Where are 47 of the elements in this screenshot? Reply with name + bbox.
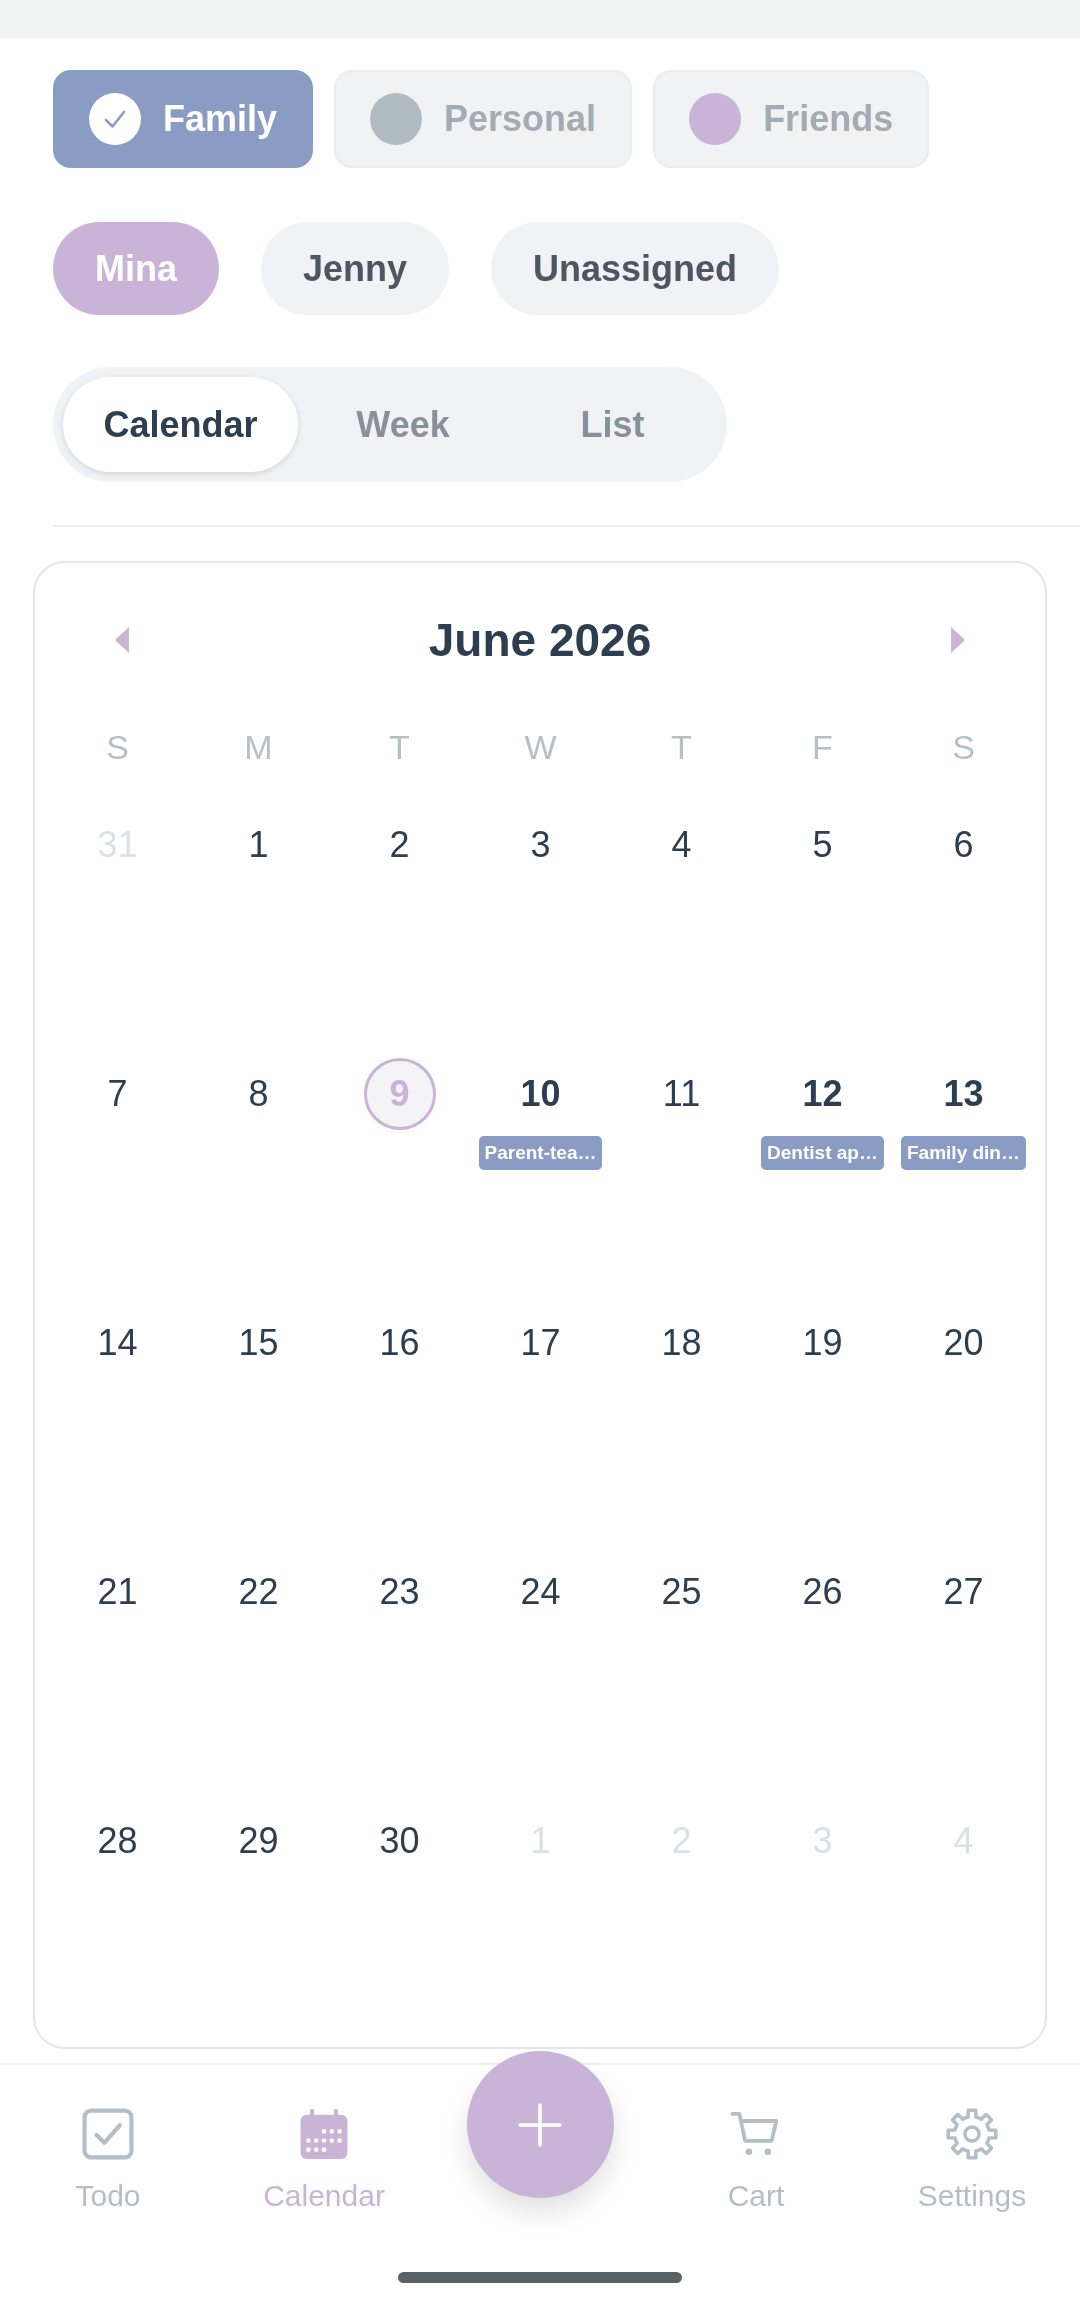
day-number[interactable]: 26 xyxy=(802,1571,843,1613)
weekday-label: T xyxy=(389,727,410,767)
day-number[interactable]: 8 xyxy=(248,1073,269,1115)
check-icon xyxy=(89,93,141,145)
calendar-icon xyxy=(298,2108,350,2160)
day-number[interactable]: 13 xyxy=(943,1073,984,1115)
day-number[interactable]: 25 xyxy=(661,1571,702,1613)
day-number[interactable]: 1 xyxy=(248,824,269,866)
day-number[interactable]: 29 xyxy=(238,1820,279,1862)
weekday-label: W xyxy=(524,727,557,767)
day-number[interactable]: 20 xyxy=(943,1322,984,1364)
view-tab[interactable]: Calendar xyxy=(63,377,298,472)
day-number[interactable]: 14 xyxy=(97,1322,138,1364)
day-number[interactable]: 19 xyxy=(802,1322,843,1364)
day-number[interactable]: 3 xyxy=(530,824,551,866)
day-number[interactable]: 24 xyxy=(520,1571,561,1613)
weekday-label: F xyxy=(812,727,833,767)
member-filter-chip[interactable]: Unassigned xyxy=(491,222,780,315)
day-number[interactable]: 18 xyxy=(661,1322,702,1364)
caret-right-icon xyxy=(951,627,965,653)
caret-left-icon xyxy=(115,627,129,653)
day-number[interactable]: 27 xyxy=(943,1571,984,1613)
month-title: June 2026 xyxy=(428,613,652,667)
day-number[interactable]: 6 xyxy=(953,824,974,866)
weekday-label: S xyxy=(952,727,975,767)
day-number[interactable]: 2 xyxy=(389,824,410,866)
weekday-label: S xyxy=(106,727,129,767)
day-number[interactable]: 16 xyxy=(379,1322,420,1364)
day-number[interactable]: 5 xyxy=(812,824,833,866)
day-number[interactable]: 11 xyxy=(662,1073,701,1115)
day-number[interactable]: 17 xyxy=(520,1322,561,1364)
checkbox-icon xyxy=(82,2108,134,2160)
plus-icon xyxy=(518,2102,562,2147)
day-number[interactable]: 28 xyxy=(97,1820,138,1862)
day-number[interactable]: 15 xyxy=(238,1322,279,1364)
weekday-label: T xyxy=(671,727,692,767)
weekday-label: M xyxy=(244,727,273,767)
day-number[interactable]: 12 xyxy=(802,1073,843,1115)
day-number[interactable]: 4 xyxy=(671,824,692,866)
day-number[interactable]: 23 xyxy=(379,1571,420,1613)
day-number[interactable]: 7 xyxy=(107,1073,128,1115)
day-number[interactable]: 21 xyxy=(97,1571,138,1613)
member-filter-chip[interactable]: Jenny xyxy=(261,222,450,315)
day-number[interactable]: 10 xyxy=(520,1073,561,1115)
day-number[interactable]: 30 xyxy=(379,1820,420,1862)
day-number[interactable]: 22 xyxy=(238,1571,279,1613)
settings-icon xyxy=(946,2108,998,2160)
